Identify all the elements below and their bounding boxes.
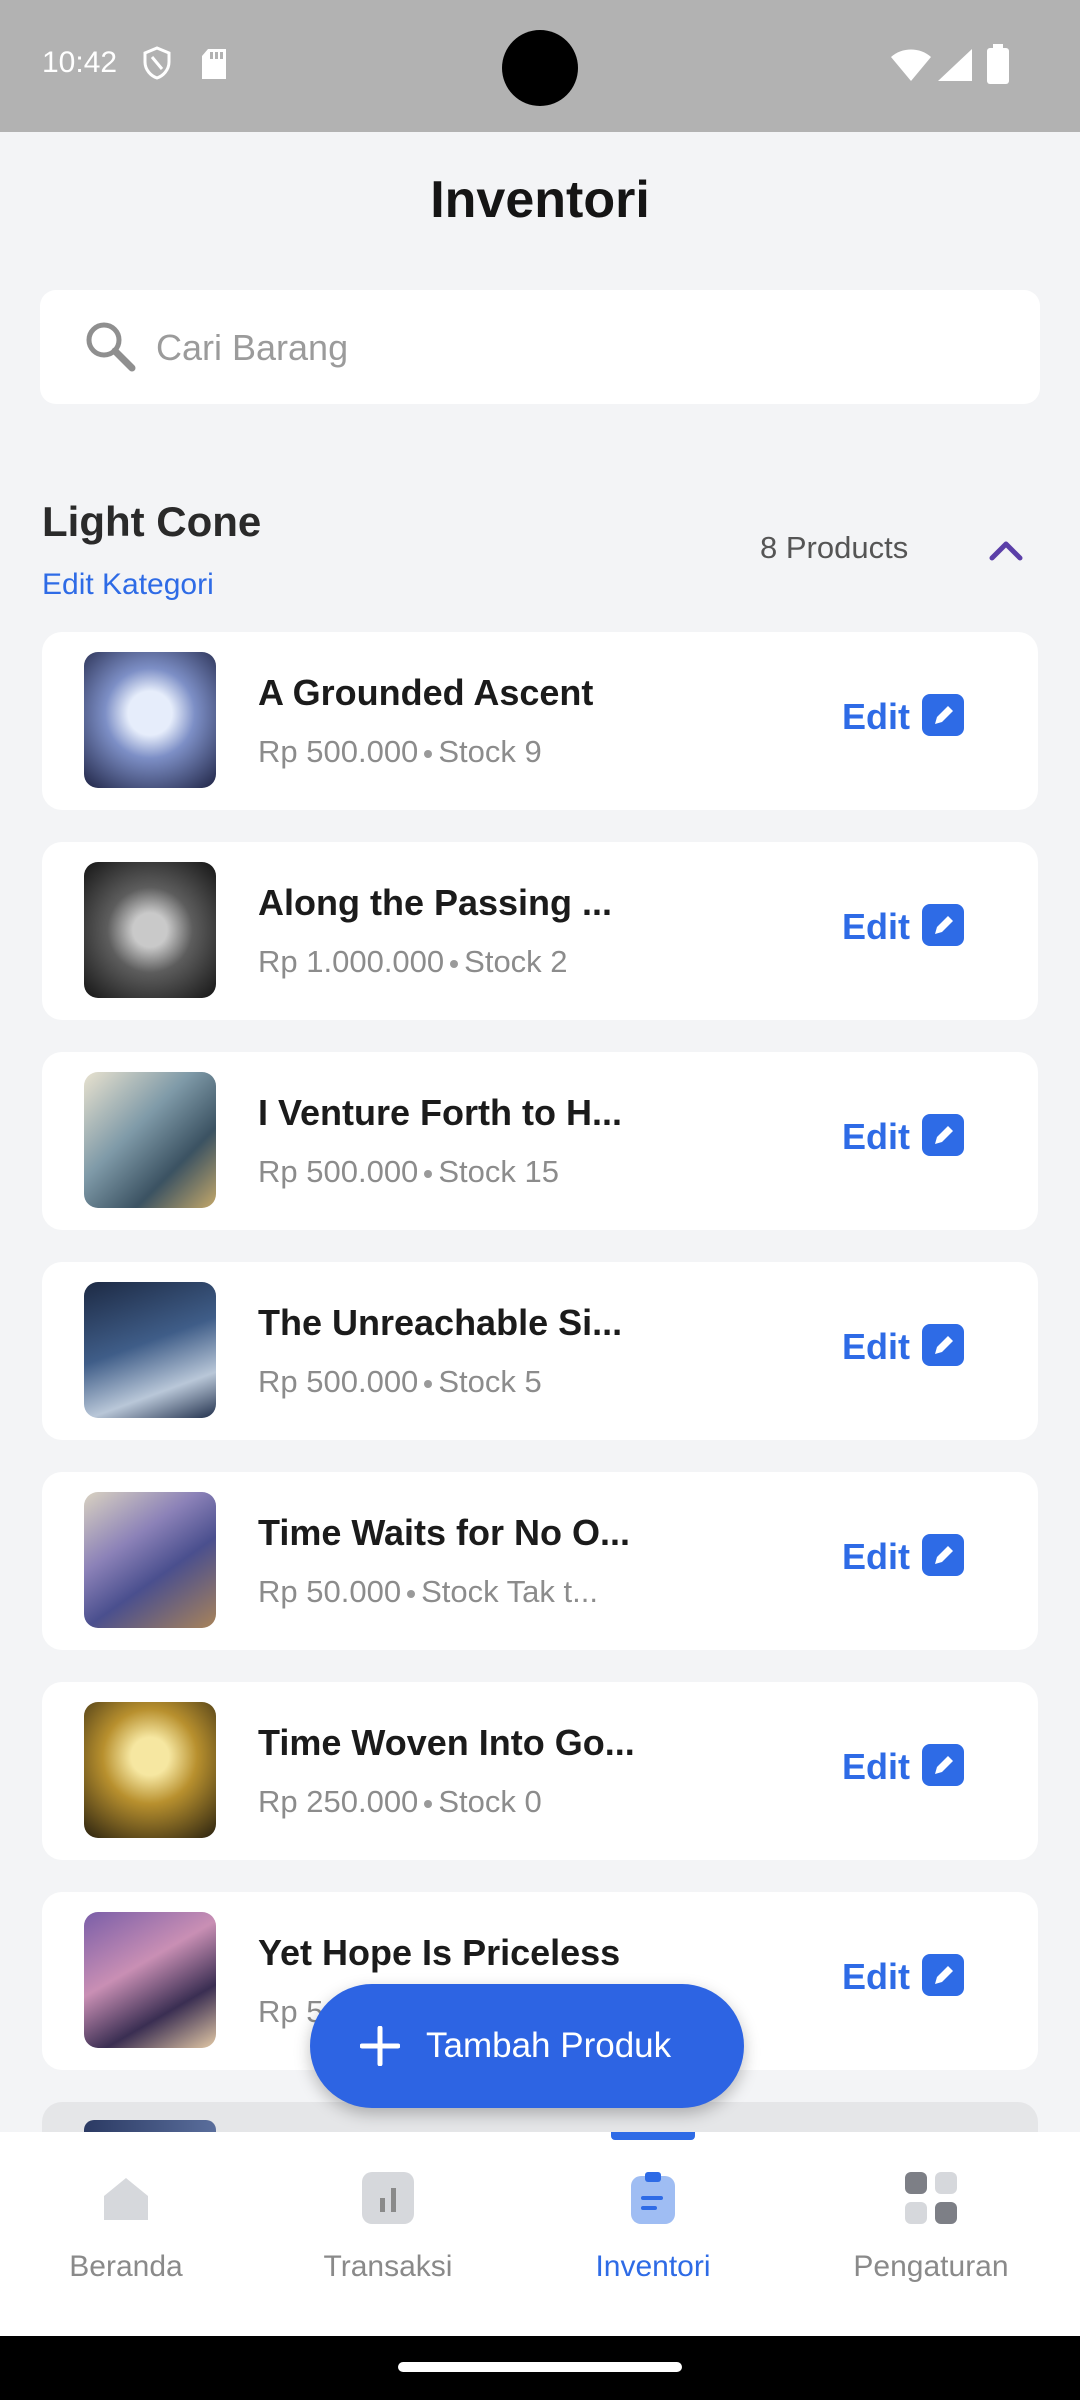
edit-product-button[interactable]: Edit [842, 1116, 910, 1158]
nav-label: Transaksi [323, 2250, 453, 2283]
product-meta: Rp 500.000 Stock 9 [258, 734, 542, 770]
status-bar: 10:42 [0, 0, 1080, 132]
category-title: Light Cone [42, 498, 262, 545]
chart-icon [360, 2170, 416, 2226]
battery-icon [987, 44, 1009, 89]
product-stock: Stock 2 [464, 944, 568, 979]
product-price: Rp 500.000 [258, 1154, 419, 1189]
product-price: Rp 500.000 [258, 1364, 419, 1399]
product-card[interactable]: Time Woven Into Go... Rp 250.000 Stock 0 … [42, 1682, 1038, 1860]
edit-product-button[interactable]: Edit [842, 1326, 910, 1368]
front-camera [502, 30, 578, 106]
product-meta: Rp 50.000 Stock Tak t... [258, 1574, 598, 1610]
product-price: Rp 50.000 [258, 1574, 402, 1609]
product-name: A Grounded Ascent [258, 672, 594, 713]
product-stock: Stock 15 [438, 1154, 559, 1189]
product-thumbnail [84, 1282, 216, 1418]
product-meta: Rp 250.000 Stock 0 [258, 1784, 542, 1820]
product-card[interactable]: I Venture Forth to H... Rp 500.000 Stock … [42, 1052, 1038, 1230]
product-thumbnail [84, 862, 216, 998]
shield-icon [142, 46, 172, 85]
edit-product-button[interactable]: Edit [842, 1956, 910, 1998]
product-thumbnail [84, 652, 216, 788]
nav-item-beranda[interactable]: Beranda [0, 2132, 252, 2336]
separator-dot [424, 749, 433, 758]
edit-icon[interactable] [922, 1114, 964, 1156]
edit-product-button[interactable]: Edit [842, 1536, 910, 1578]
product-stock: Stock Tak t... [421, 1574, 598, 1609]
product-stock: Stock 5 [438, 1364, 542, 1399]
product-meta: Rp 500.000 Stock 5 [258, 1364, 542, 1400]
product-card[interactable]: Time Waits for No O... Rp 50.000 Stock Ta… [42, 1472, 1038, 1650]
chevron-up-icon[interactable] [986, 534, 1026, 569]
nav-label: Beranda [69, 2250, 183, 2283]
product-price: Rp 250.000 [258, 1784, 419, 1819]
home-gesture-handle[interactable] [398, 2362, 682, 2372]
product-thumbnail [84, 1492, 216, 1628]
nav-label: Pengaturan [853, 2250, 1009, 2283]
clipboard-icon [625, 2170, 681, 2226]
signal-icon [935, 48, 973, 87]
product-price: Rp 1.000.000 [258, 944, 445, 979]
edit-icon[interactable] [922, 1954, 964, 1996]
product-name: Time Waits for No O... [258, 1512, 631, 1553]
wifi-icon [890, 48, 932, 87]
edit-icon[interactable] [922, 1534, 964, 1576]
search-bar[interactable] [40, 290, 1040, 406]
search-input[interactable] [154, 290, 1018, 406]
product-name: Time Woven Into Go... [258, 1722, 635, 1763]
home-icon [98, 2170, 154, 2226]
status-time: 10:42 [42, 46, 118, 79]
separator-dot [424, 1379, 433, 1388]
product-name: The Unreachable Si... [258, 1302, 623, 1343]
product-stock: Stock 9 [438, 734, 542, 769]
app-screen: 10:42 Inventori Light Cone Edit Kategori… [0, 0, 1080, 2400]
product-meta: Rp 1.000.000 Stock 2 [258, 944, 568, 980]
add-product-label: Tambah Produk [426, 2026, 672, 2065]
separator-dot [424, 1169, 433, 1178]
page-title: Inventori [430, 171, 650, 229]
edit-product-button[interactable]: Edit [842, 906, 910, 948]
nav-label: Inventori [595, 2250, 711, 2283]
product-card[interactable]: The Unreachable Si... Rp 500.000 Stock 5 … [42, 1262, 1038, 1440]
plus-icon [359, 2025, 401, 2071]
product-card[interactable]: A Grounded Ascent Rp 500.000 Stock 9 Edit [42, 632, 1038, 810]
nav-item-inventori[interactable]: Inventori [524, 2132, 782, 2336]
product-name: I Venture Forth to H... [258, 1092, 623, 1133]
product-thumbnail [84, 1072, 216, 1208]
product-thumbnail [84, 1912, 216, 2048]
separator-dot [407, 1589, 416, 1598]
search-icon [84, 320, 136, 377]
edit-icon[interactable] [922, 694, 964, 736]
edit-product-button[interactable]: Edit [842, 696, 910, 738]
bottom-navigation: Beranda Transaksi Inventori Pengaturan [0, 2132, 1080, 2336]
grid-icon [903, 2170, 959, 2226]
product-card[interactable]: Along the Passing ... Rp 1.000.000 Stock … [42, 842, 1038, 1020]
product-thumbnail [84, 1702, 216, 1838]
edit-icon[interactable] [922, 1744, 964, 1786]
product-stock: Stock 0 [438, 1784, 542, 1819]
edit-product-button[interactable]: Edit [842, 1746, 910, 1788]
separator-dot [424, 1799, 433, 1808]
product-name: Yet Hope Is Priceless [258, 1932, 621, 1973]
product-name: Along the Passing ... [258, 882, 613, 923]
product-meta: Rp 500.000 Stock 15 [258, 1154, 559, 1190]
nav-item-transaksi[interactable]: Transaksi [252, 2132, 524, 2336]
edit-icon[interactable] [922, 1324, 964, 1366]
category-product-count: 8 Products [760, 530, 909, 565]
sd-card-icon [200, 48, 228, 85]
product-price: Rp 500.000 [258, 734, 419, 769]
add-product-button[interactable]: Tambah Produk [310, 1984, 744, 2108]
separator-dot [450, 959, 459, 968]
nav-item-pengaturan[interactable]: Pengaturan [782, 2132, 1080, 2336]
edit-icon[interactable] [922, 904, 964, 946]
edit-category-link[interactable]: Edit Kategori [42, 568, 214, 602]
